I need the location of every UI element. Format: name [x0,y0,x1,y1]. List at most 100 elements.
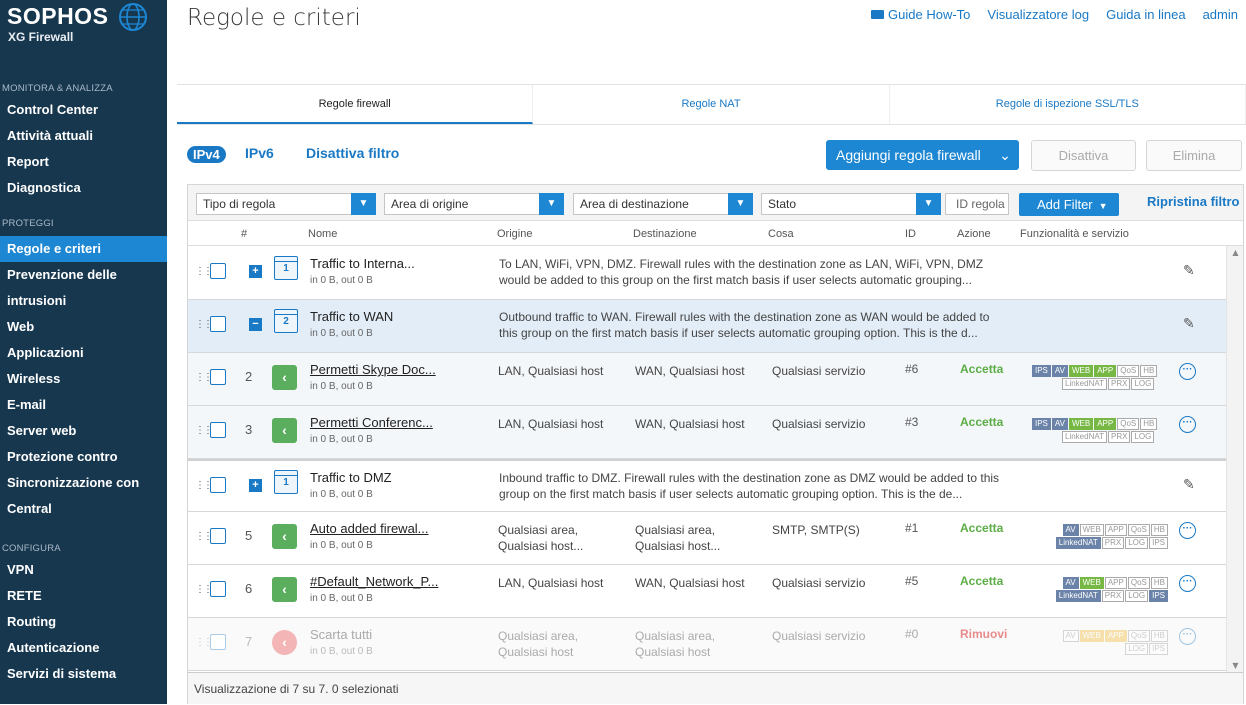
chevron-down-icon[interactable]: ▼ [728,193,753,215]
more-options-icon[interactable]: ··· [1179,575,1196,592]
rule-name[interactable]: Permetti Skype Doc... [310,362,436,377]
help-link[interactable]: Guida in linea [1106,7,1186,22]
rule-name[interactable]: Traffic to DMZ [310,470,392,485]
nav-intrusion-prevention-2[interactable]: intrusioni [0,288,167,314]
table-row[interactable]: ⋮⋮ 2 ‹ Permetti Skype Doc... in 0 B, out… [188,353,1226,406]
nav-sync[interactable]: Sincronizzazione con [0,470,167,496]
more-options-icon[interactable]: ··· [1179,628,1196,645]
vertical-scrollbar[interactable]: ▲ ▼ [1226,246,1243,672]
more-options-icon[interactable]: ··· [1179,522,1196,539]
table-row[interactable]: ⋮⋮ + 1 Traffic to Interna... in 0 B, out… [188,247,1226,300]
nav-rules-policies[interactable]: Regole e criteri [0,236,167,262]
col-source: Origine [497,228,533,240]
disable-button[interactable]: Disattiva [1031,140,1136,171]
nav-web-server[interactable]: Server web [0,418,167,444]
scroll-up-icon[interactable]: ▲ [1227,248,1244,257]
dest-zone-filter[interactable]: Area di destinazione ▼ [573,193,753,215]
nav-email[interactable]: E-mail [0,392,167,418]
expand-icon[interactable]: + [249,265,262,278]
table-row[interactable]: ⋮⋮ − 2 Traffic to WAN in 0 B, out 0 B Ou… [188,300,1226,353]
row-checkbox[interactable] [210,422,226,438]
nav-current-activities[interactable]: Attività attuali [0,123,167,149]
rule-type-filter[interactable]: Tipo di regola ▼ [196,193,376,215]
source-zone-filter[interactable]: Area di origine ▼ [384,193,564,215]
row-checkbox[interactable] [210,316,226,332]
more-options-icon[interactable]: ··· [1179,416,1196,433]
table-row[interactable]: ⋮⋮ 6 ‹ #Default_Network_P... in 0 B, out… [188,565,1226,618]
nav-report[interactable]: Report [0,149,167,175]
rule-name[interactable]: #Default_Network_P... [310,574,438,589]
nav-wireless[interactable]: Wireless [0,366,167,392]
rule-id-input[interactable]: ID regola [945,193,1009,215]
table-row[interactable]: ⋮⋮ + 1 Traffic to DMZ in 0 B, out 0 B In… [188,459,1226,512]
chevron-down-icon[interactable]: ▼ [916,193,941,215]
status-filter[interactable]: Stato ▼ [761,193,941,215]
add-firewall-rule-button[interactable]: Aggiungi regola firewall ⌄ [826,140,1019,170]
ipv6-toggle[interactable]: IPv6 [245,145,274,161]
row-checkbox[interactable] [210,581,226,597]
row-checkbox[interactable] [210,634,226,650]
reset-filter-link[interactable]: Ripristina filtro [1147,194,1239,209]
tab-firewall-rules[interactable]: Regole firewall [177,85,534,124]
more-options-icon[interactable]: ··· [1179,363,1196,380]
row-checkbox[interactable] [210,528,226,544]
rule-name[interactable]: Scarta tutti [310,627,372,642]
disable-filter-link[interactable]: Disattiva filtro [306,145,399,161]
nav-advanced-protection[interactable]: Protezione contro [0,444,167,470]
expand-icon[interactable]: + [249,479,262,492]
nav-routing[interactable]: Routing [0,609,167,635]
nav-central[interactable]: Central [0,496,167,522]
nav-web[interactable]: Web [0,314,167,340]
chevron-down-icon[interactable]: ▼ [539,193,564,215]
drag-handle-icon[interactable]: ⋮⋮ [195,637,213,648]
table-row[interactable]: ⋮⋮ 3 ‹ Permetti Conferenc... in 0 B, out… [188,406,1226,459]
rule-name[interactable]: Traffic to WAN [310,309,393,324]
chevron-down-icon[interactable]: ▼ [351,193,376,215]
row-checkbox[interactable] [210,369,226,385]
drag-handle-icon[interactable]: ⋮⋮ [195,372,213,383]
log-viewer-link[interactable]: Visualizzatore log [987,7,1089,22]
col-id: ID [905,228,916,240]
badge-app: APP [1104,630,1127,642]
nav-applications[interactable]: Applicazioni [0,340,167,366]
badge-ips: IPS [1149,590,1168,602]
rule-name[interactable]: Auto added firewal... [310,521,429,536]
nav-network[interactable]: RETE [0,583,167,609]
main-content: Regole e criteri Guide How-To Visualizza… [167,0,1246,704]
ipv4-toggle[interactable]: IPv4 [187,146,226,163]
guide-link[interactable]: Guide How-To [871,7,970,22]
table-row[interactable]: ⋮⋮ 5 ‹ Auto added firewal... in 0 B, out… [188,512,1226,565]
pencil-icon[interactable]: ✎ [1183,315,1195,332]
nav-system-services[interactable]: Servizi di sistema [0,661,167,687]
traffic-stats: in 0 B, out 0 B [310,646,373,657]
pencil-icon[interactable]: ✎ [1183,262,1195,279]
nav-control-center[interactable]: Control Center [0,97,167,123]
delete-button[interactable]: Elimina [1146,140,1242,171]
pencil-icon[interactable]: ✎ [1183,476,1195,493]
admin-menu[interactable]: admin [1203,7,1238,22]
collapse-icon[interactable]: − [249,318,262,331]
feature-badges: AV WEB APP QoS HB LinkedNAT PRX LOG IPS [1031,524,1168,550]
section-monitor: MONITORA & ANALIZZA [2,83,113,94]
nav-intrusion-prevention[interactable]: Prevenzione delle [0,262,167,288]
drag-handle-icon[interactable]: ⋮⋮ [195,531,213,542]
row-checkbox[interactable] [210,477,226,493]
row-checkbox[interactable] [210,263,226,279]
drag-handle-icon[interactable]: ⋮⋮ [195,319,213,330]
rule-name[interactable]: Permetti Conferenc... [310,415,433,430]
drag-handle-icon[interactable]: ⋮⋮ [195,584,213,595]
rule-name[interactable]: Traffic to Interna... [310,256,415,271]
tab-nat-rules[interactable]: Regole NAT [533,85,890,124]
add-filter-button[interactable]: Add Filter ▼ [1019,193,1119,216]
table-row[interactable]: ⋮⋮ 7 ‹ Scarta tutti in 0 B, out 0 B Qual… [188,618,1226,671]
nav-vpn[interactable]: VPN [0,557,167,583]
drag-handle-icon[interactable]: ⋮⋮ [195,480,213,491]
drag-handle-icon[interactable]: ⋮⋮ [195,425,213,436]
nav-authentication[interactable]: Autenticazione [0,635,167,661]
chevron-down-icon[interactable]: ⌄ [991,140,1019,170]
drag-handle-icon[interactable]: ⋮⋮ [195,266,213,277]
nav-diagnostics[interactable]: Diagnostica [0,175,167,201]
badge-hb: HB [1150,524,1168,536]
tab-ssl-rules[interactable]: Regole di ispezione SSL/TLS [890,85,1246,124]
scroll-down-icon[interactable]: ▼ [1227,661,1244,670]
